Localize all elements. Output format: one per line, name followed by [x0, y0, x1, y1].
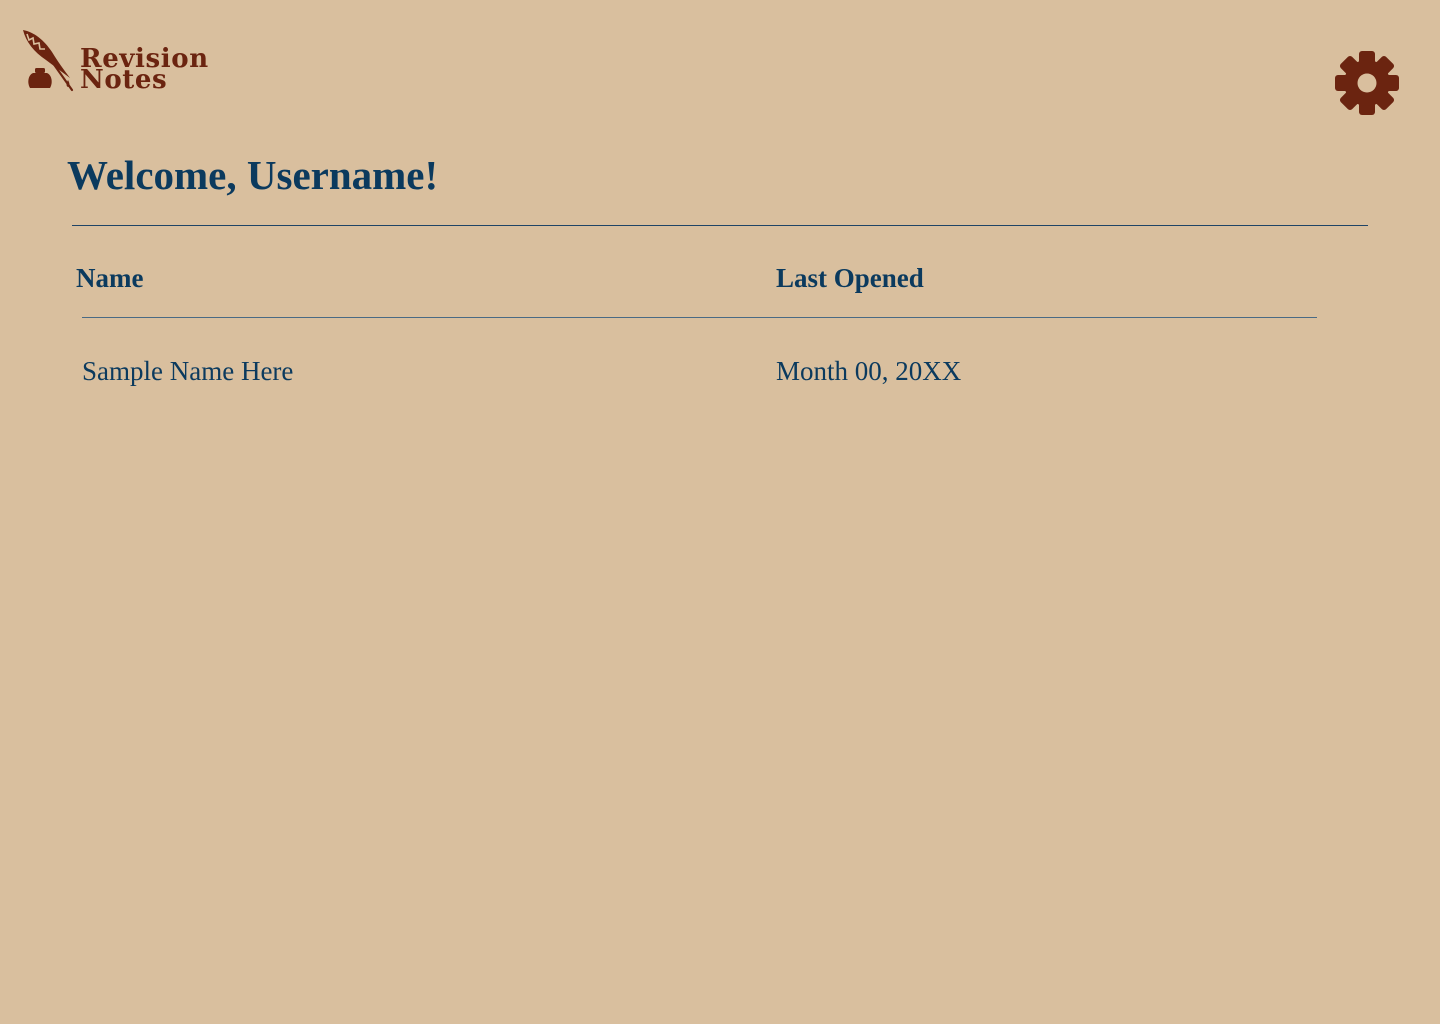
- table-header-divider: [82, 317, 1317, 318]
- welcome-heading: Welcome, Username!: [67, 152, 439, 198]
- column-header-last-opened[interactable]: Last Opened: [776, 262, 924, 294]
- row-name: Sample Name Here: [82, 356, 294, 386]
- app-logo[interactable]: Revision Notes: [20, 28, 209, 94]
- row-last-opened: Month 00, 20XX: [776, 356, 962, 386]
- column-header-name[interactable]: Name: [76, 262, 143, 294]
- logo-text: Revision Notes: [80, 46, 209, 93]
- table-row[interactable]: Sample Name Here Month 00, 20XX: [0, 352, 1440, 392]
- quill-inkwell-icon: [23, 30, 74, 92]
- settings-button[interactable]: [1334, 50, 1400, 116]
- header-divider: [72, 225, 1368, 226]
- gear-icon: [1335, 51, 1399, 115]
